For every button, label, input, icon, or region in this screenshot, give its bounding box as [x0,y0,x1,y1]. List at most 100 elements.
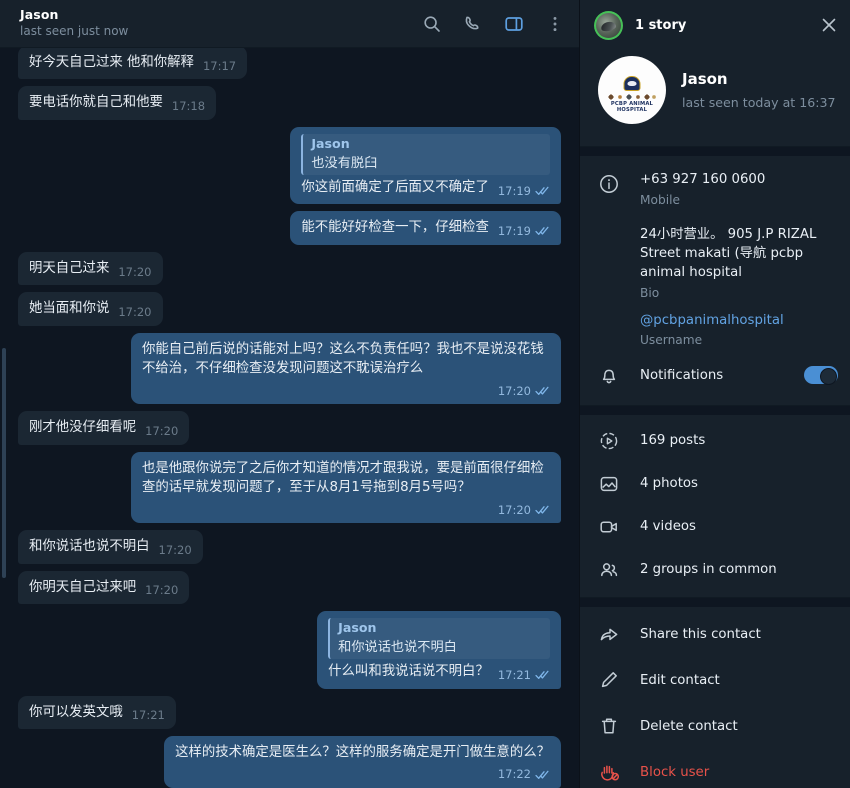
stat-groups[interactable]: 2 groups in common [580,548,850,591]
chat-title: Jason [20,6,59,22]
bio-value: 24小时营业。 905 J.P RIZAL Street makati (导航 … [640,226,817,280]
phone-row[interactable]: +63 927 160 0600 Mobile [580,160,850,216]
message-time: 17:20 [497,383,531,398]
groups-icon [598,559,620,581]
contact-info-section: +63 927 160 0600 Mobile 24小时营业。 905 J.P … [580,156,850,405]
message-meta: 17:20 [498,502,550,519]
sidebar-toggle-icon[interactable] [504,14,524,34]
message-meta: 17:19 [498,223,550,240]
message-meta: 17:17 [203,58,236,75]
message-bubble[interactable]: 刚才他没仔细看呢 17:20 [18,411,190,445]
search-icon[interactable] [422,14,442,34]
message-bubble[interactable]: Jason 也没有脱臼 你这前面确定了后面又不确定了 17:19 [290,126,561,205]
message-bubble[interactable]: Jason 和你说话也说不明白 什么叫和我说话说不明白？ 17:21 [317,611,561,689]
block-user-button[interactable]: Block user [580,749,850,788]
notifications-row[interactable]: Notifications [580,351,850,399]
close-icon[interactable] [818,14,840,36]
delete-contact-label: Delete contact [640,718,738,734]
message-text: 你可以发英文哦 [29,704,123,720]
message-meta: 17:20 [145,582,178,599]
stat-photos[interactable]: 4 photos [580,462,850,505]
message-meta: 17:21 [132,707,165,724]
share-icon [598,623,620,645]
message-time: 17:22 [497,767,531,782]
chat-scrollbar-thumb[interactable] [2,348,6,578]
message-time: 17:20 [145,583,179,598]
stat-videos[interactable]: 4 videos [580,505,850,548]
read-ticks-icon [535,770,550,780]
share-contact-label: Share this contact [640,626,761,642]
delete-contact-button[interactable]: Delete contact [580,703,850,749]
chat-pane: Jason last seen just now 好今天自己过来 他和你解释 1… [0,0,580,788]
avatar[interactable]: PCBP ANIMAL HOSPITAL [598,56,666,124]
stat-videos-label: 4 videos [640,519,696,535]
chat-subtitle: last seen just now [20,24,129,39]
message-time: 17:20 [497,502,531,517]
bell-icon [598,364,620,386]
chat-header-actions [422,14,565,34]
username-value[interactable]: @pcbpanimalhospital [640,312,836,331]
read-ticks-icon [535,505,550,515]
story-avatar [596,12,621,38]
bio-username-stack: 24小时营业。 905 J.P RIZAL Street makati (导航 … [580,216,850,352]
username-row[interactable]: @pcbpanimalhospital Username [640,302,836,350]
profile-header: PCBP ANIMAL HOSPITAL Jason last seen tod… [580,50,850,146]
message-time: 17:20 [145,423,179,438]
profile-panel: 1 story PCBP ANIMAL HOSPITAL Jason last … [580,0,850,788]
message-meta: 17:20 [145,423,178,440]
reply-quote[interactable]: Jason 和你说话也说不明白 [328,618,550,660]
divider-2 [580,405,850,416]
notifications-label: Notifications [640,367,724,383]
hospital-animals-icon [606,90,658,101]
info-circle-icon [598,171,620,207]
more-vertical-icon[interactable] [545,14,565,34]
message-text: 也是他跟你说完了之后你才知道的情况才跟我说，要是前面很仔细检查的话早就发现问题了… [142,460,544,496]
story-avatar-ring[interactable] [594,10,623,40]
profile-identity: Jason last seen today at 16:37 [682,70,836,110]
message-bubble[interactable]: 明天自己过来 17:20 [18,251,163,286]
photo-icon [598,473,620,495]
message-text: 好今天自己过来 他和你解释 [29,55,194,70]
message-meta: 17:20 [159,542,192,559]
message-bubble[interactable]: 要电话你就自己和他要 17:18 [18,86,217,120]
message-meta: 17:20 [118,304,151,321]
hospital-crest-icon [623,76,641,91]
chat-header-titles[interactable]: Jason last seen just now [20,6,422,39]
read-ticks-icon [535,386,550,396]
message-bubble[interactable]: 你可以发英文哦 17:21 [18,695,176,729]
profile-name: Jason [682,69,728,88]
block-user-label: Block user [640,764,710,780]
message-list: 好今天自己过来 他和你解释 17:17 要电话你就自己和他要 17:18 Jason 也没… [0,48,579,788]
message-bubble[interactable]: 这样的技术确定是医生么？这样的服务确定是开门做生意的么？ 17:22 [164,735,561,788]
chat-scrollbar[interactable] [2,48,6,788]
stat-groups-label: 2 groups in common [640,562,777,578]
read-ticks-icon [535,226,550,236]
pencil-icon [598,669,620,691]
share-contact-button[interactable]: Share this contact [580,611,850,657]
bio-row[interactable]: 24小时营业。 905 J.P RIZAL Street makati (导航 … [640,216,836,302]
message-bubble[interactable]: 和你说话也说不明白 17:20 [18,530,203,564]
phone-icon[interactable] [463,14,483,34]
message-text: 你明天自己过来吧 [29,579,137,595]
message-meta: 17:21 [498,667,550,684]
edit-contact-button[interactable]: Edit contact [580,657,850,703]
message-text: 和你说话也说不明白 [29,539,150,555]
message-text: 明天自己过来 [29,260,110,276]
reply-quote-text: 和你说话也说不明白 [338,639,457,655]
stat-posts[interactable]: 169 posts [580,419,850,462]
notifications-toggle[interactable] [804,366,838,385]
message-bubble[interactable]: 她当面和你说 17:20 [18,292,163,326]
message-bubble[interactable]: 好今天自己过来 他和你解释 17:17 [18,48,248,80]
message-scroll-area[interactable]: 好今天自己过来 他和你解释 17:17 要电话你就自己和他要 17:18 Jason 也没… [0,48,579,788]
message-meta: 17:20 [118,264,151,281]
message-bubble[interactable]: 能不能好好检查一下，仔细检查 17:19 [290,211,561,245]
message-bubble[interactable]: 你能自己前后说的话能对上吗？这么不负责任吗？我也不是说没花钱不给治，不仔细检查没… [131,332,561,405]
message-text: 你这前面确定了后面又不确定了 [301,179,489,195]
profile-last-seen: last seen today at 16:37 [682,94,836,110]
reply-quote[interactable]: Jason 也没有脱臼 [301,133,550,175]
divider [580,146,850,156]
message-bubble[interactable]: 你明天自己过来吧 17:20 [18,570,190,605]
story-bar[interactable]: 1 story [580,0,850,50]
trash-icon [598,715,620,737]
message-bubble[interactable]: 也是他跟你说完了之后你才知道的情况才跟我说，要是前面很仔细检查的话早就发现问题了… [131,451,561,524]
